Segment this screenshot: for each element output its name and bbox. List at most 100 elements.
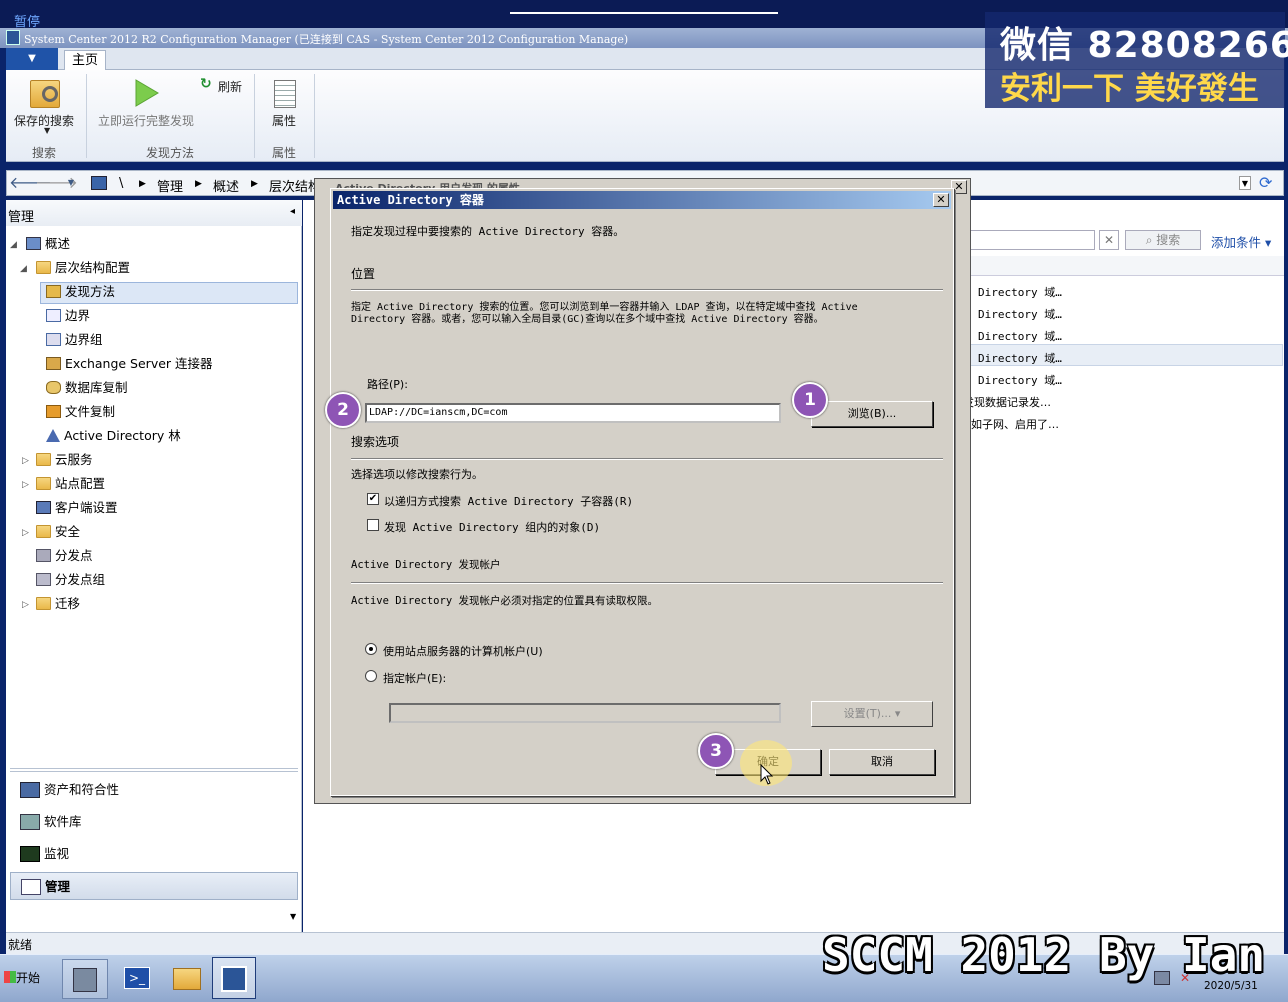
group-objects-checkbox[interactable]: [367, 519, 379, 531]
workspace-software-library[interactable]: 软件库: [10, 808, 298, 836]
account-description: Active Directory 发现帐户必须对指定的位置具有读取权限。: [351, 595, 658, 607]
tree-item-site-config[interactable]: 站点配置: [36, 474, 105, 494]
run-discovery-button[interactable]: 立即运行完整发现: [92, 74, 202, 134]
tree-item-overview[interactable]: 概述: [26, 234, 70, 254]
forest-triangle-icon: [46, 429, 60, 442]
server-group-icon: [36, 573, 51, 586]
properties-button[interactable]: 属性: [264, 74, 308, 134]
location-description-line2: Directory 容器。或者，您可以输入全局目录(GC)查询以在多个域中查找 …: [351, 314, 824, 325]
group-search-label: 搜索: [32, 146, 57, 160]
tree-item-ad-forest[interactable]: Active Directory 林: [46, 426, 181, 446]
breadcrumb-root[interactable]: \: [119, 176, 123, 191]
address-dropdown-icon[interactable]: ▼: [1239, 176, 1251, 190]
workspace-assets[interactable]: 资产和符合性: [10, 776, 298, 804]
window-title: System Center 2012 R2 Configuration Mana…: [24, 33, 629, 46]
back-arrow-icon[interactable]: 🡐: [9, 174, 52, 194]
tree-item-client-settings[interactable]: 客户端设置: [36, 498, 118, 518]
history-dropdown-icon[interactable]: ▼: [61, 174, 81, 194]
config-manager-icon: [221, 966, 247, 992]
saved-search-button[interactable]: 保存的搜索 ▼: [8, 74, 82, 140]
boundary-icon: [46, 309, 61, 322]
tree-item-file-replication[interactable]: 文件复制: [46, 402, 115, 422]
tree-item-cloud-services[interactable]: 云服务: [36, 450, 93, 470]
forward-arrow-icon[interactable]: 🡒: [35, 174, 78, 194]
recursive-search-label[interactable]: 以递归方式搜索 Active Directory 子容器(R): [384, 493, 633, 509]
path-input[interactable]: LDAP://DC=ianscm,DC=com: [365, 403, 781, 423]
taskbar-server-manager[interactable]: [62, 959, 108, 999]
results-search-input[interactable]: [963, 230, 1095, 250]
tab-home[interactable]: 主页: [64, 50, 106, 71]
cancel-button[interactable]: 取消: [829, 749, 935, 775]
start-button[interactable]: 开始: [4, 967, 54, 989]
computer-account-radio[interactable]: [365, 643, 377, 655]
list-item[interactable]: 如子网、启用了…: [971, 416, 1059, 432]
tree-item-exchange-connector[interactable]: Exchange Server 连接器: [46, 354, 213, 374]
app-icon: [6, 30, 20, 45]
workspace-administration[interactable]: 管理: [10, 872, 298, 900]
collapse-pane-icon[interactable]: ◂: [290, 206, 295, 217]
expand-arrow-icon[interactable]: ◢: [10, 240, 17, 250]
collapsed-arrow-icon[interactable]: ▷: [22, 600, 29, 610]
specify-account-radio[interactable]: [365, 670, 377, 682]
workspace-options-icon[interactable]: ▼: [290, 912, 296, 921]
add-criteria-link[interactable]: 添加条件 ▾: [1211, 232, 1271, 251]
folder-icon: [36, 597, 51, 610]
tree-item-hierarchy-config[interactable]: 层次结构配置: [36, 258, 130, 278]
search-options-description: 选择选项以修改搜索行为。: [351, 468, 483, 481]
tree-item-security[interactable]: 安全: [36, 522, 80, 542]
breadcrumb-item[interactable]: 管理: [157, 176, 183, 195]
console-icon: [91, 176, 107, 190]
taskbar-config-manager[interactable]: [212, 957, 256, 999]
tree-item-boundaries[interactable]: 边界: [46, 306, 90, 326]
discovery-icon: [46, 285, 61, 298]
step-badge-3: 3: [698, 733, 734, 769]
tree-item-boundary-groups[interactable]: 边界组: [46, 330, 103, 350]
list-item[interactable]: Directory 域…: [978, 328, 1062, 344]
clear-search-icon[interactable]: ✕: [1099, 230, 1119, 250]
pane-header: 管理: [6, 200, 302, 226]
dialog-title: Active Directory 容器: [333, 191, 951, 209]
tree-item-database-replication[interactable]: 数据库复制: [46, 378, 128, 398]
pane-splitter[interactable]: [10, 768, 298, 772]
server-icon: [36, 549, 51, 562]
overview-icon: [26, 237, 41, 250]
breadcrumb-item[interactable]: 概述: [213, 176, 239, 195]
file-menu-button[interactable]: ▼: [6, 48, 58, 70]
collapsed-arrow-icon[interactable]: ▷: [22, 528, 29, 538]
list-item[interactable]: Directory 域…: [978, 284, 1062, 300]
folder-icon: [36, 477, 51, 490]
workspace-monitoring[interactable]: 监视: [10, 840, 298, 868]
list-item[interactable]: 发现数据记录发…: [963, 394, 1051, 410]
refresh-icon: ↻: [200, 76, 212, 92]
group-objects-label[interactable]: 发现 Active Directory 组内的对象(D): [384, 519, 600, 535]
client-settings-icon: [36, 501, 51, 514]
tree-item-distribution-points[interactable]: 分发点: [36, 546, 93, 566]
account-header: Active Directory 发现帐户: [351, 559, 501, 571]
search-button[interactable]: ⌕ 搜索: [1125, 230, 1201, 250]
taskbar-explorer[interactable]: [164, 959, 210, 999]
ad-container-dialog: Active Directory 容器 ✕ 指定发现过程中要搜索的 Active…: [330, 188, 954, 796]
close-icon[interactable]: ✕: [933, 193, 949, 207]
step-badge-1: 1: [792, 382, 828, 418]
browse-button[interactable]: 浏览(B)...: [811, 401, 933, 427]
computer-account-label[interactable]: 使用站点服务器的计算机帐户(U): [383, 643, 543, 659]
list-item[interactable]: Directory 域…: [978, 372, 1062, 388]
refresh-label: 刷新: [218, 80, 243, 94]
refresh-nav-icon[interactable]: ⟳: [1259, 173, 1272, 192]
recursive-search-checkbox[interactable]: ✔: [367, 493, 379, 505]
collapsed-arrow-icon[interactable]: ▷: [22, 480, 29, 490]
tree-item-discovery-methods[interactable]: 发现方法: [46, 282, 115, 302]
tree-item-migration[interactable]: 迁移: [36, 594, 80, 614]
expand-arrow-icon[interactable]: ◢: [20, 264, 27, 274]
dialog-intro: 指定发现过程中要搜索的 Active Directory 容器。: [351, 225, 625, 238]
list-item[interactable]: Directory 域…: [978, 306, 1062, 322]
list-item[interactable]: Directory 域…: [978, 350, 1062, 366]
collapsed-arrow-icon[interactable]: ▷: [22, 456, 29, 466]
refresh-button[interactable]: ↻ 刷新: [198, 76, 254, 96]
run-discovery-label: 立即运行完整发现: [98, 114, 195, 128]
step-badge-2: 2: [325, 392, 361, 428]
dropdown-arrow-icon: ▼: [44, 126, 51, 135]
tree-item-dp-groups[interactable]: 分发点组: [36, 570, 105, 590]
taskbar-powershell[interactable]: >_: [114, 959, 160, 999]
specify-account-label[interactable]: 指定帐户(E):: [383, 670, 446, 686]
